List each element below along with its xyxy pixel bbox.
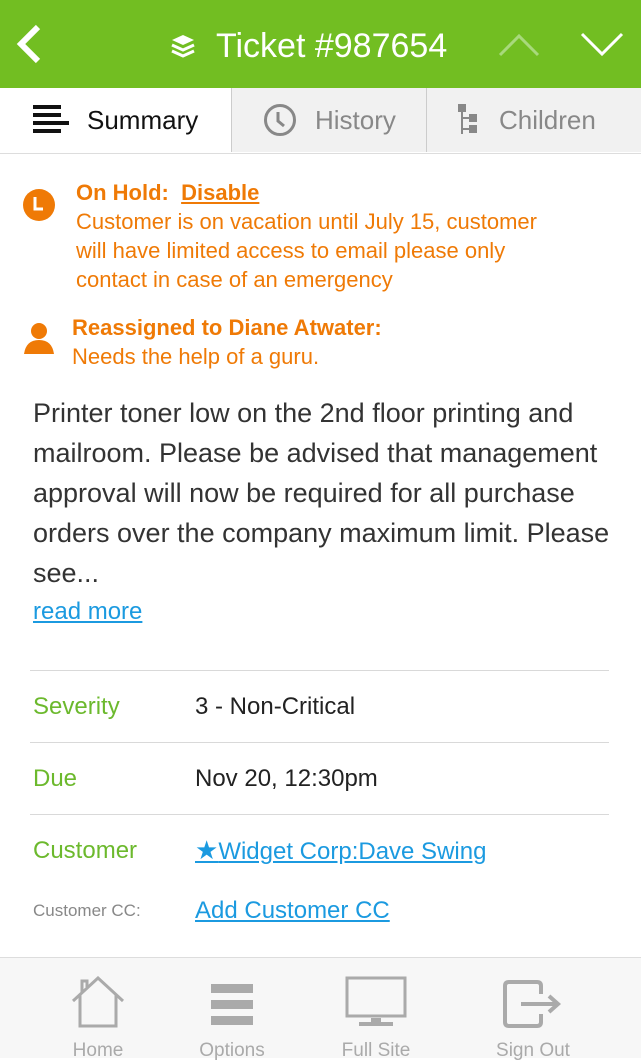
user-icon bbox=[22, 322, 56, 363]
chevron-down-icon bbox=[580, 32, 624, 57]
tree-icon bbox=[457, 103, 481, 137]
on-hold-text: On Hold: Disable Customer is on vacation… bbox=[76, 178, 537, 294]
field-label: Due bbox=[33, 764, 78, 792]
customer-name: Widget Corp:Dave Swing bbox=[218, 838, 487, 865]
nav-options[interactable]: Options bbox=[172, 966, 292, 1062]
severity-value: 3 - Non-Critical bbox=[195, 692, 356, 720]
field-label: Severity bbox=[33, 692, 120, 720]
field-label: Customer bbox=[33, 836, 138, 864]
due-value: Nov 20, 12:30pm bbox=[195, 764, 378, 792]
field-label: Customer CC: bbox=[33, 901, 141, 920]
tab-label: Children bbox=[499, 104, 596, 135]
previous-ticket-button[interactable] bbox=[498, 30, 540, 63]
tab-label: Summary bbox=[87, 104, 199, 135]
tab-children[interactable]: Children bbox=[426, 88, 641, 152]
field-row-severity: Severity 3 - Non-Critical bbox=[30, 670, 609, 742]
ticket-description: Printer toner low on the 2nd floor print… bbox=[33, 398, 610, 588]
bottom-nav: Home Options Full Site Sign Out bbox=[0, 957, 641, 1061]
page-title: Ticket #987654 bbox=[216, 26, 448, 65]
on-hold-line: Customer is on vacation until July 15, c… bbox=[76, 209, 537, 234]
reassign-message: Needs the help of a guru. bbox=[72, 344, 320, 369]
customer-link[interactable]: ★Widget Corp:Dave Swing bbox=[195, 835, 486, 866]
tab-history[interactable]: History bbox=[231, 88, 426, 152]
monitor-icon bbox=[316, 966, 436, 1028]
ticket-fields: Severity 3 - Non-Critical Due Nov 20, 12… bbox=[30, 670, 609, 936]
on-hold-title: On Hold: bbox=[76, 180, 169, 205]
nav-label: Home bbox=[72, 1040, 124, 1061]
title-wrap: Ticket #987654 bbox=[170, 24, 447, 68]
clock-icon bbox=[263, 103, 297, 137]
tab-label: History bbox=[315, 104, 396, 135]
tab-bar: Summary History Children bbox=[0, 88, 641, 154]
nav-full-site[interactable]: Full Site bbox=[316, 966, 436, 1062]
home-icon bbox=[38, 966, 158, 1028]
nav-label: Full Site bbox=[341, 1040, 411, 1061]
nav-label: Options bbox=[199, 1040, 265, 1061]
nav-home[interactable]: Home bbox=[38, 966, 158, 1062]
tab-summary[interactable]: Summary bbox=[0, 88, 231, 152]
nav-label: Sign Out bbox=[496, 1040, 570, 1061]
clock-icon bbox=[22, 188, 56, 229]
chevron-up-icon bbox=[498, 33, 540, 57]
field-row-customer: Customer ★Widget Corp:Dave Swing bbox=[30, 814, 609, 886]
nav-sign-out[interactable]: Sign Out bbox=[473, 966, 593, 1062]
field-row-due: Due Nov 20, 12:30pm bbox=[30, 742, 609, 814]
reassign-text: Reassigned to Diane Atwater: Needs the h… bbox=[72, 313, 382, 371]
on-hold-line: will have limited access to email please… bbox=[76, 238, 506, 263]
menu-icon bbox=[172, 966, 292, 1028]
next-ticket-button[interactable] bbox=[580, 30, 624, 63]
star-icon: ★ bbox=[195, 835, 219, 865]
sign-out-icon bbox=[473, 966, 593, 1028]
chevron-left-icon bbox=[16, 24, 41, 64]
top-bar: Ticket #987654 bbox=[0, 0, 641, 88]
reassign-title: Reassigned to Diane Atwater: bbox=[72, 315, 382, 340]
read-more-link[interactable]: read more bbox=[33, 598, 142, 626]
layers-icon bbox=[171, 35, 195, 58]
add-customer-cc-link[interactable]: Add Customer CC bbox=[195, 897, 390, 925]
disable-hold-link[interactable]: Disable bbox=[181, 180, 259, 205]
list-icon bbox=[33, 103, 69, 137]
field-row-customer-cc: Customer CC: Add Customer CC bbox=[30, 886, 609, 936]
on-hold-line: contact in case of an emergency bbox=[76, 267, 393, 292]
back-button[interactable] bbox=[14, 24, 50, 64]
